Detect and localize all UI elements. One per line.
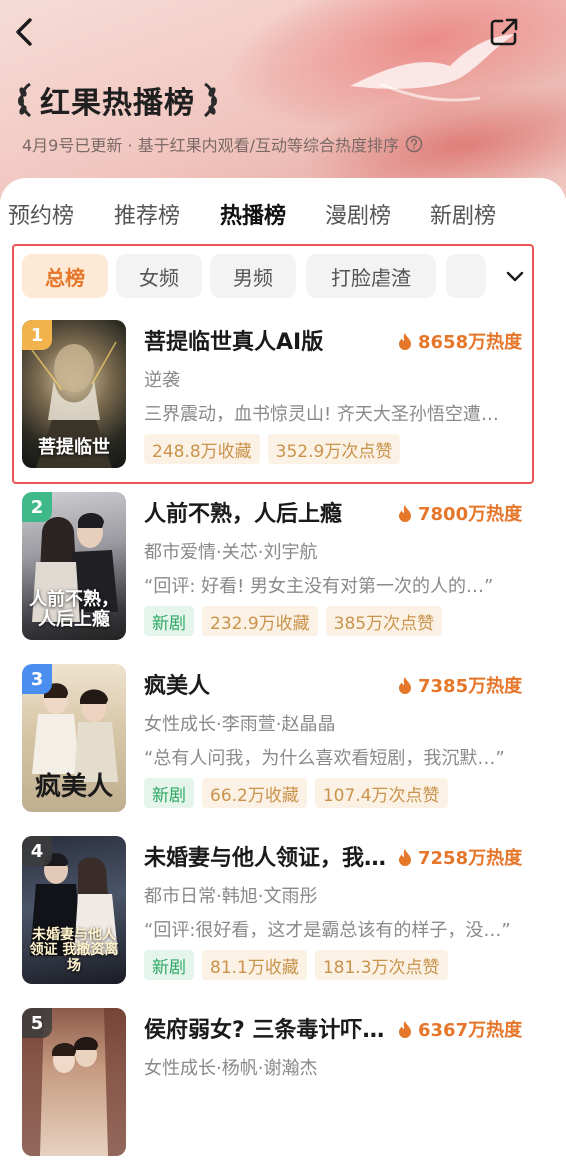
heat-value: 8658万热度 [418, 332, 523, 353]
new-drama-tag: 新剧 [144, 778, 194, 808]
favorites-tag: 81.1万收藏 [202, 950, 307, 980]
heat-score: 7385万热度 [398, 672, 522, 698]
genre-line: 女性成长·李雨萱·赵晶晶 [144, 714, 336, 735]
list-item[interactable]: 疯美人 3 疯美人 7385万热度 女性成长·李雨萱·赵晶晶 “总有人问我，为什… [0, 664, 566, 824]
share-button[interactable] [488, 16, 520, 48]
likes-tag: 107.4万次点赞 [314, 778, 448, 808]
rank-badge: 2 [22, 492, 52, 522]
chevron-down-icon [506, 271, 524, 282]
tag-row: 新剧 81.1万收藏 181.3万次点赞 [144, 950, 456, 980]
tag-row: 248.8万收藏 352.9万次点赞 [144, 434, 408, 464]
drama-title: 侯府弱女? 三条毒计吓… [144, 1018, 385, 1043]
tag-row: 新剧 66.2万收藏 107.4万次点赞 [144, 778, 456, 808]
description: “回评:很好看，这才是霸总该有的样子，没…” [144, 920, 511, 941]
new-drama-tag: 新剧 [144, 950, 194, 980]
heat-value: 6367万热度 [418, 1020, 523, 1041]
flame-icon [399, 505, 411, 522]
tab-hot[interactable]: 热播榜 [220, 198, 286, 230]
poster: 5 [22, 1008, 126, 1156]
flame-icon [399, 1021, 411, 1038]
new-drama-tag: 新剧 [144, 606, 194, 636]
title-row: 红果热播榜 [14, 78, 221, 122]
tab-fade [526, 198, 566, 238]
chip-male[interactable]: 男频 [210, 254, 296, 298]
poster: 疯美人 3 [22, 664, 126, 812]
heat-value: 7258万热度 [418, 848, 523, 869]
category-chips: 总榜 女频 男频 打脸虐渣 [0, 254, 566, 300]
chip-female[interactable]: 女频 [116, 254, 202, 298]
rank-badge: 5 [22, 1008, 52, 1038]
page-title: 红果热播榜 [40, 86, 195, 121]
share-icon [490, 18, 518, 46]
rank-badge: 3 [22, 664, 52, 694]
poster-title: 疯美人 [34, 772, 113, 803]
chip-all[interactable]: 总榜 [22, 254, 108, 298]
laurel-icon [18, 82, 32, 118]
rank-badge: 1 [22, 320, 52, 350]
genre-line: 逆袭 [144, 370, 180, 391]
drama-title: 人前不熟，人后上瘾 [144, 502, 343, 527]
likes-tag: 352.9万次点赞 [267, 434, 401, 464]
favorites-tag: 232.9万收藏 [202, 606, 318, 636]
back-button[interactable] [10, 14, 44, 50]
tag-row: 新剧 232.9万收藏 385万次点赞 [144, 606, 450, 636]
chip-partial[interactable] [446, 254, 486, 298]
list-item[interactable]: 菩提临世 1 菩提临世真人AI版 8658万热度 逆袭 三界震动，血书惊灵山! … [0, 320, 566, 480]
poster-title: 人前不熟，人后上瘾 [29, 589, 119, 631]
likes-tag: 181.3万次点赞 [314, 950, 448, 980]
description: 三界震动，血书惊灵山! 齐天大圣孙悟空遭… [144, 404, 499, 425]
favorites-tag: 66.2万收藏 [202, 778, 307, 808]
heat-value: 7800万热度 [418, 504, 523, 525]
flame-icon [399, 849, 411, 866]
genre-line: 都市日常·韩旭·文雨彤 [144, 886, 318, 907]
ranking-tabs: 预约榜 推荐榜 热播榜 漫剧榜 新剧榜 [0, 198, 566, 238]
tab-comic[interactable]: 漫剧榜 [325, 198, 391, 230]
flame-icon [399, 333, 411, 350]
poster: 人前不熟，人后上瘾 2 [22, 492, 126, 640]
heat-score: 8658万热度 [398, 328, 522, 354]
heat-score: 7258万热度 [398, 844, 522, 870]
poster: 菩提临世 1 [22, 320, 126, 468]
genre-line: 都市爱情·关芯·刘宇航 [144, 542, 318, 563]
rank-badge: 4 [22, 836, 52, 866]
poster-title: 未婚妻与他人领证 我撤资离场 [29, 926, 119, 974]
poster: 未婚妻与他人领证 我撤资离场 4 [22, 836, 126, 984]
heat-score: 6367万热度 [398, 1016, 522, 1042]
heat-value: 7385万热度 [418, 676, 523, 697]
chip-revenge[interactable]: 打脸虐渣 [306, 254, 436, 298]
tab-new[interactable]: 新剧榜 [430, 198, 496, 230]
list-item[interactable]: 5 侯府弱女? 三条毒计吓… 6367万热度 女性成长·杨帆·谢瀚杰 [0, 1008, 566, 1168]
expand-categories-button[interactable] [498, 260, 532, 294]
update-text: 4月9号已更新 · 基于红果内观看/互动等综合热度排序 [22, 136, 400, 155]
description: “总有人问我，为什么喜欢看短剧，我沉默…” [144, 748, 505, 769]
description: “回评: 好看! 男女主没有对第一次的人的…” [144, 576, 494, 597]
genre-line: 女性成长·杨帆·谢瀚杰 [144, 1058, 318, 1079]
drama-title: 菩提临世真人AI版 [144, 330, 324, 355]
flame-icon [399, 677, 411, 694]
list-item[interactable]: 未婚妻与他人领证 我撤资离场 4 未婚妻与他人领证，我… 7258万热度 都市日… [0, 836, 566, 996]
list-item[interactable]: 人前不熟，人后上瘾 2 人前不熟，人后上瘾 7800万热度 都市爱情·关芯·刘宇… [0, 492, 566, 652]
drama-title: 未婚妻与他人领证，我… [144, 846, 387, 871]
heat-score: 7800万热度 [398, 500, 522, 526]
favorites-tag: 248.8万收藏 [144, 434, 260, 464]
likes-tag: 385万次点赞 [325, 606, 443, 636]
update-info: 4月9号已更新 · 基于红果内观看/互动等综合热度排序 [22, 132, 423, 156]
ranking-card: 预约榜 推荐榜 热播榜 漫剧榜 新剧榜 总榜 女频 男频 打脸虐渣 菩提临世 1… [0, 178, 566, 1156]
chevron-left-icon [16, 18, 32, 46]
poster-title: 菩提临世 [38, 437, 110, 459]
drama-title: 疯美人 [144, 674, 211, 699]
laurel-icon [203, 82, 217, 118]
tab-reservation[interactable]: 预约榜 [8, 198, 74, 230]
tab-recommend[interactable]: 推荐榜 [114, 198, 180, 230]
question-circle-icon[interactable] [405, 135, 423, 153]
